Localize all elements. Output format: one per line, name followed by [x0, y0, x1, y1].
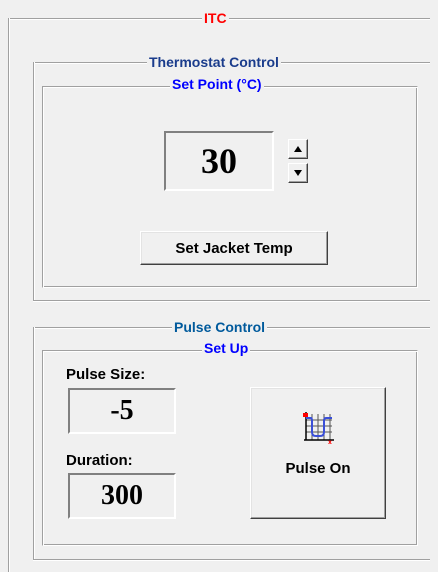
- pulse-group-left-border: [33, 327, 35, 559]
- pulse-on-button[interactable]: x Pulse On: [250, 387, 386, 519]
- setpoint-spin-up-button[interactable]: [288, 139, 308, 159]
- pulse-group-bottom-border: [33, 559, 430, 561]
- pulse-size-field[interactable]: -5: [68, 388, 176, 434]
- pulse-on-label: Pulse On: [285, 460, 351, 477]
- pulse-group-title: Pulse Control: [172, 319, 268, 335]
- setpoint-spin-down-button[interactable]: [288, 163, 308, 183]
- arrow-down-icon: [294, 170, 302, 176]
- thermostat-group-title: Thermostat Control: [147, 54, 281, 70]
- setup-group-title: Set Up: [202, 340, 251, 356]
- set-jacket-temp-button[interactable]: Set Jacket Temp: [140, 231, 328, 265]
- svg-text:x: x: [328, 439, 332, 446]
- itc-group-title: ITC: [202, 10, 229, 26]
- duration-field[interactable]: 300: [68, 473, 176, 519]
- pulse-chart-icon: x: [303, 412, 334, 446]
- setpoint-group-title: Set Point (°C): [170, 76, 264, 92]
- arrow-up-icon: [294, 146, 302, 152]
- thermostat-group-bottom-border: [33, 300, 430, 302]
- thermostat-group-left-border: [33, 62, 35, 300]
- pulse-size-label: Pulse Size:: [66, 366, 146, 383]
- itc-group-left-border: [8, 18, 10, 572]
- setpoint-value-display: 30: [164, 131, 274, 191]
- duration-label: Duration:: [66, 452, 133, 469]
